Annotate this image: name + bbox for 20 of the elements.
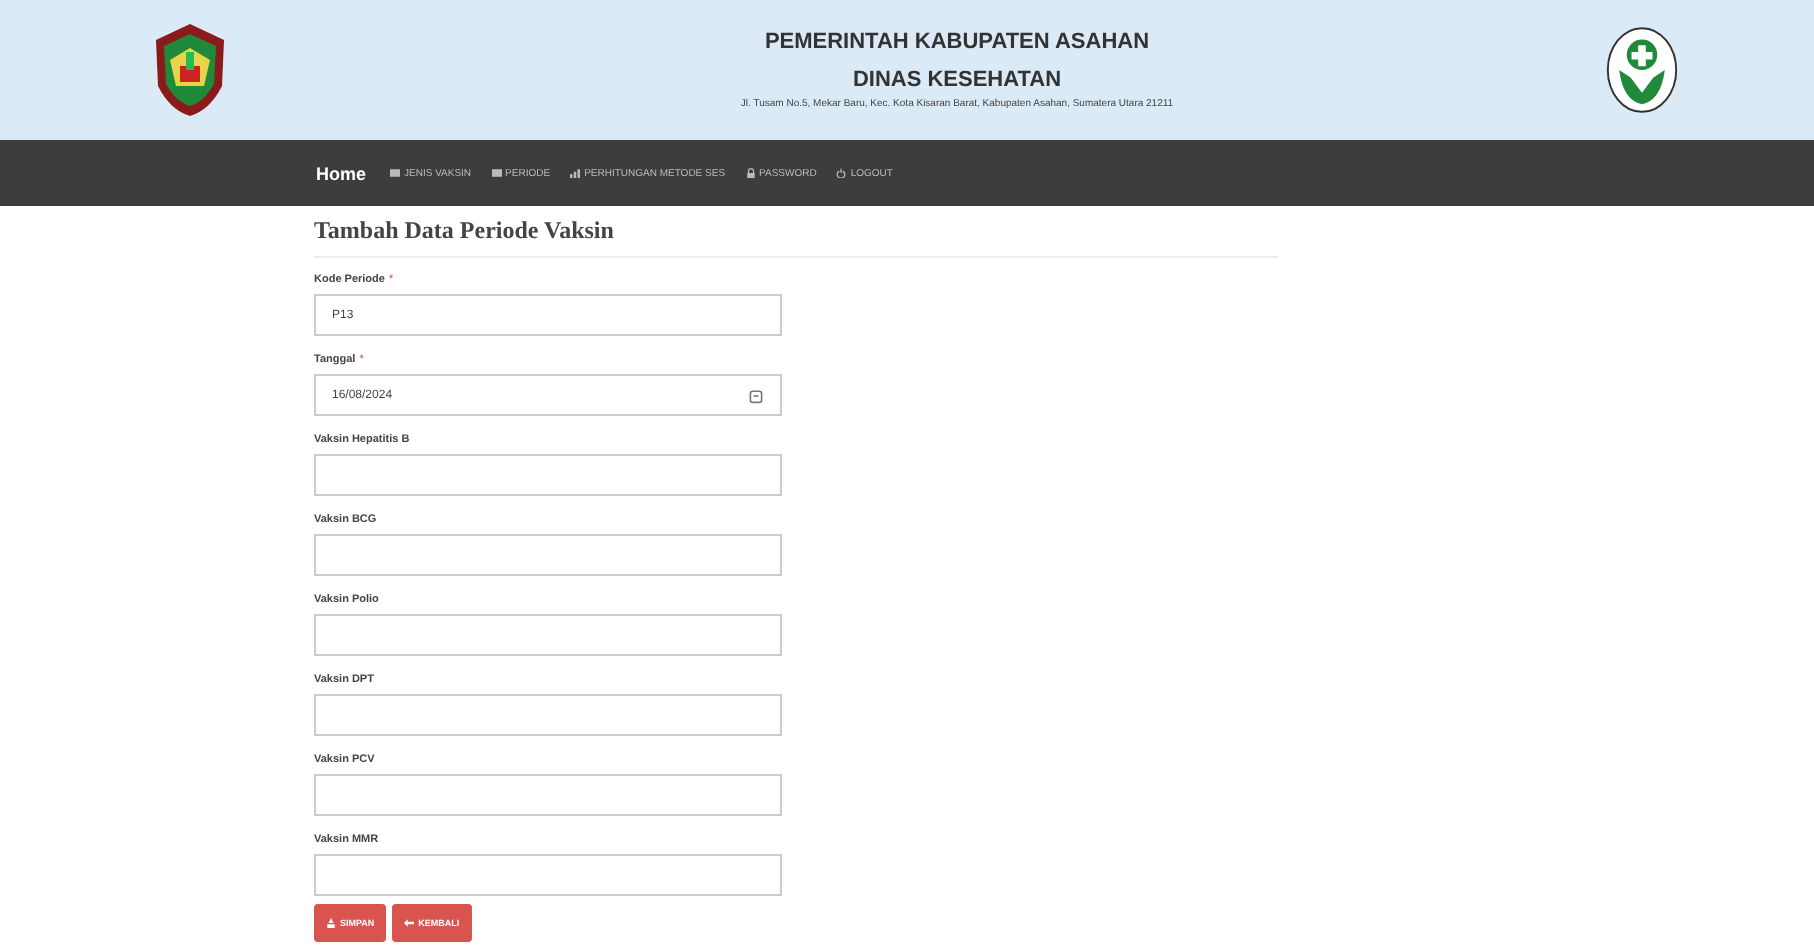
list-icon: [491, 168, 502, 178]
calendar-icon[interactable]: [748, 387, 764, 403]
header-subtitle: DINAS KESEHATAN: [852, 68, 1062, 92]
input-field[interactable]: [314, 614, 782, 656]
lock-icon: [745, 168, 756, 178]
input-field[interactable]: [314, 694, 782, 736]
nav-link[interactable]: Home: [316, 163, 367, 183]
input-field[interactable]: [314, 854, 782, 896]
power-icon: [836, 168, 847, 178]
header-title: PEMERINTAH KABUPATEN ASAHAN: [764, 30, 1150, 54]
emblem-logo: [150, 22, 230, 118]
upload-icon: [326, 918, 336, 928]
input-field[interactable]: [314, 774, 782, 816]
form-title: Tambah Data Periode Vaksin: [314, 216, 616, 246]
list-icon: [390, 168, 401, 178]
arrow-left-icon: [404, 918, 415, 928]
input-field[interactable]: [314, 454, 782, 496]
bar-chart-icon: [570, 168, 581, 178]
input-field[interactable]: [314, 534, 782, 576]
health-logo: [1603, 22, 1680, 118]
